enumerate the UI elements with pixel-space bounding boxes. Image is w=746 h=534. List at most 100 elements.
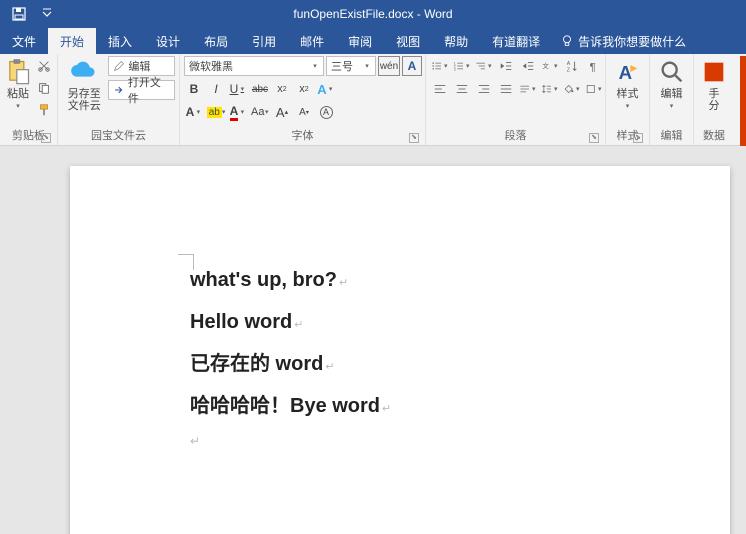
sort-icon: AZ (565, 59, 579, 73)
italic-button[interactable]: I (206, 79, 226, 99)
group-label-clipboard: 剪贴板⬊ (4, 125, 53, 145)
dialog-launcher-icon[interactable]: ⬊ (589, 133, 599, 143)
highlight-button[interactable]: ab (206, 102, 226, 122)
align-center-icon (455, 82, 469, 96)
paste-button[interactable]: 粘贴 (4, 56, 32, 122)
chevron-down-icon (624, 102, 632, 110)
borders-button[interactable] (584, 79, 604, 99)
tab-file[interactable]: 文件 (0, 28, 48, 54)
text-direction-button[interactable]: 文 (540, 56, 560, 76)
tab-references[interactable]: 引用 (240, 28, 288, 54)
enclose-char-button[interactable]: A (316, 102, 336, 122)
superscript-button[interactable]: x2 (294, 79, 314, 99)
numbering-button[interactable]: 123 (452, 56, 472, 76)
tab-insert[interactable]: 插入 (96, 28, 144, 54)
shrink-font-button[interactable]: A▾ (294, 102, 314, 122)
bullets-button[interactable] (430, 56, 450, 76)
styles-button[interactable]: A 样式 (610, 56, 645, 122)
strikethrough-button[interactable]: abc (250, 79, 270, 99)
underline-button[interactable]: U (228, 79, 248, 99)
svg-text:A: A (567, 61, 571, 67)
paragraph-empty[interactable]: ↵ (190, 434, 610, 448)
svg-text:Z: Z (567, 67, 571, 73)
font-size-combo[interactable]: 三号 (326, 56, 376, 76)
align-center-button[interactable] (452, 79, 472, 99)
multilevel-icon (475, 59, 486, 73)
search-icon (658, 58, 686, 86)
quick-access-toolbar (0, 2, 60, 26)
lightbulb-icon (560, 34, 574, 48)
tab-home[interactable]: 开始 (48, 28, 96, 54)
bold-button[interactable]: B (184, 79, 204, 99)
group-data: 手分 数据 (694, 54, 734, 145)
dialog-launcher-icon[interactable]: ⬊ (633, 133, 643, 143)
change-case-button[interactable]: Aa (250, 102, 270, 122)
dialog-launcher-icon[interactable]: ⬊ (409, 133, 419, 143)
align-left-button[interactable] (430, 79, 450, 99)
grow-font-button[interactable]: A▴ (272, 102, 292, 122)
text-effects-button[interactable]: A (316, 79, 336, 99)
line-spacing-button[interactable] (540, 79, 560, 99)
page[interactable]: what's up, bro? Hello word 已存在的 word 哈哈哈… (70, 166, 730, 534)
pilcrow-icon: ¶ (587, 59, 601, 73)
font-name-combo[interactable]: 微软雅黑 (184, 56, 324, 76)
tab-design[interactable]: 设计 (144, 28, 192, 54)
save-icon[interactable] (6, 2, 32, 26)
multilevel-list-button[interactable] (474, 56, 494, 76)
paragraph[interactable]: Hello word (190, 308, 610, 336)
show-marks-button[interactable]: ¶ (584, 56, 604, 76)
open-file-button[interactable]: 打开文件 (108, 80, 175, 100)
shading-button[interactable] (562, 79, 582, 99)
copy-button[interactable] (34, 78, 54, 98)
font-color-button[interactable]: A (228, 102, 248, 122)
group-label-cloud: 园宝文件云 (62, 125, 175, 145)
red-accent-strip (740, 56, 746, 146)
bucket-icon (563, 82, 574, 96)
save-to-cloud-button[interactable]: 另存至 文件云 (62, 56, 106, 122)
sort-button[interactable]: AZ (562, 56, 582, 76)
pencil-icon (113, 60, 125, 72)
tell-me-search[interactable]: 告诉我你想要做什么 (552, 28, 694, 54)
char-border-button[interactable]: A (402, 56, 422, 76)
document-area[interactable]: what's up, bro? Hello word 已存在的 word 哈哈哈… (0, 146, 746, 534)
bullets-icon (431, 59, 442, 73)
phonetic-guide-button[interactable]: wén (378, 56, 400, 76)
group-label-font: 字体⬊ (184, 125, 421, 145)
scissors-icon (37, 59, 51, 73)
distribute-icon (519, 82, 530, 96)
char-shading-button[interactable]: A (184, 102, 204, 122)
tab-help[interactable]: 帮助 (432, 28, 480, 54)
paragraph[interactable]: 哈哈哈哈！Bye word (190, 392, 610, 420)
save-to-cloud-label: 另存至 文件云 (68, 88, 101, 112)
styles-icon: A (614, 58, 642, 86)
align-left-icon (433, 82, 447, 96)
hand-button[interactable]: 手分 (698, 56, 730, 122)
tab-youdao[interactable]: 有道翻译 (480, 28, 552, 54)
justify-button[interactable] (496, 79, 516, 99)
tab-view[interactable]: 视图 (384, 28, 432, 54)
paragraph[interactable]: what's up, bro? (190, 266, 610, 294)
svg-text:A: A (618, 62, 631, 83)
red-square-icon (700, 58, 728, 86)
subscript-button[interactable]: x2 (272, 79, 292, 99)
paragraph[interactable]: 已存在的 word (190, 350, 610, 378)
tab-layout[interactable]: 布局 (192, 28, 240, 54)
align-right-button[interactable] (474, 79, 494, 99)
format-painter-button[interactable] (34, 100, 54, 120)
tab-mailings[interactable]: 邮件 (288, 28, 336, 54)
paste-label: 粘贴 (7, 88, 29, 100)
indent-icon (521, 59, 535, 73)
editing-button[interactable]: 编辑 (654, 56, 689, 122)
svg-text:¶: ¶ (590, 61, 596, 73)
justify-icon (499, 82, 513, 96)
qat-dropdown-icon[interactable] (34, 2, 60, 26)
edit-button[interactable]: 编辑 (108, 56, 175, 76)
paste-icon (4, 58, 32, 86)
dialog-launcher-icon[interactable]: ⬊ (41, 133, 51, 143)
tell-me-label: 告诉我你想要做什么 (578, 33, 686, 50)
decrease-indent-button[interactable] (496, 56, 516, 76)
increase-indent-button[interactable] (518, 56, 538, 76)
cut-button[interactable] (34, 56, 54, 76)
distribute-button[interactable] (518, 79, 538, 99)
tab-review[interactable]: 审阅 (336, 28, 384, 54)
